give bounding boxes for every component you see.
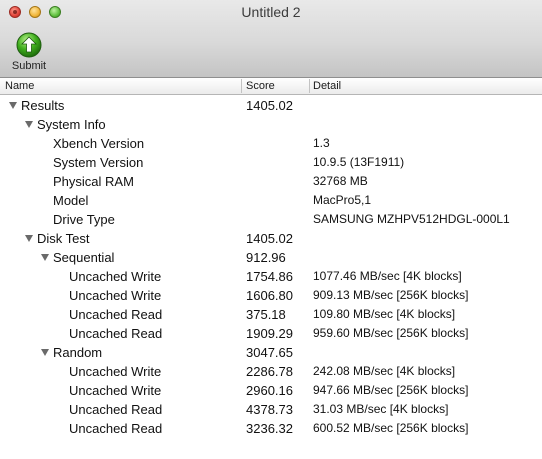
row-detail: 32768 MB xyxy=(313,174,368,188)
outline-row[interactable]: System Version 10.9.5 (13F1911) xyxy=(0,153,542,172)
row-name: Uncached Write xyxy=(69,383,162,398)
row-name: Drive Type xyxy=(53,212,115,227)
column-divider[interactable] xyxy=(241,79,242,93)
row-detail: 10.9.5 (13F1911) xyxy=(313,155,405,169)
row-name: Uncached Write xyxy=(69,364,162,379)
row-detail: 242.08 MB/sec [4K blocks] xyxy=(313,364,456,378)
outline-row[interactable]: Uncached Write 2286.78 242.08 MB/sec [4K b… xyxy=(0,362,542,381)
outline-row[interactable]: System Info xyxy=(0,115,542,134)
row-detail: 1077.46 MB/sec [4K blocks] xyxy=(313,269,462,283)
row-detail: 947.66 MB/sec [256K blocks] xyxy=(313,383,469,397)
disclosure-triangle-icon[interactable] xyxy=(25,121,33,128)
outline-row[interactable]: Uncached Read 1909.29 959.60 MB/sec [256K … xyxy=(0,324,542,343)
submit-label: Submit xyxy=(11,60,47,72)
row-name: Disk Test xyxy=(37,231,90,246)
row-score: 375.18 xyxy=(246,307,286,322)
disclosure-triangle-icon[interactable] xyxy=(9,102,17,109)
row-detail: 959.60 MB/sec [256K blocks] xyxy=(313,326,469,340)
row-detail: 1.3 xyxy=(313,136,330,150)
outline-row[interactable]: Drive Type SAMSUNG MZHPV512HDGL-000L1 xyxy=(0,210,542,229)
outline-row[interactable]: Results 1405.02 xyxy=(0,96,542,115)
row-name: Sequential xyxy=(53,250,115,265)
outline-row[interactable]: Uncached Read 3236.32 600.52 MB/sec [256K … xyxy=(0,419,542,438)
row-detail: 909.13 MB/sec [256K blocks] xyxy=(313,288,469,302)
row-name: Random xyxy=(53,345,103,360)
row-name: System Version xyxy=(53,155,144,170)
column-header: Name Score Detail xyxy=(0,78,542,95)
row-name: Uncached Read xyxy=(69,402,163,417)
row-score: 1606.80 xyxy=(246,288,293,303)
outline-row[interactable]: Uncached Write 1754.86 1077.46 MB/sec [4K … xyxy=(0,267,542,286)
column-divider[interactable] xyxy=(309,79,310,93)
row-score: 4378.73 xyxy=(246,402,293,417)
row-score: 1405.02 xyxy=(246,231,293,246)
row-name: Uncached Write xyxy=(69,288,162,303)
row-name: Uncached Read xyxy=(69,307,163,322)
results-outline[interactable]: Results 1405.02 System Info Xbench Version 1… xyxy=(0,96,542,438)
green-up-arrow-icon xyxy=(16,32,42,58)
disclosure-triangle-icon[interactable] xyxy=(41,254,49,261)
row-score: 1754.86 xyxy=(246,269,293,284)
outline-row[interactable]: Uncached Read 375.18 109.80 MB/sec [4K blo… xyxy=(0,305,542,324)
submit-button[interactable]: Submit xyxy=(8,32,50,76)
column-detail[interactable]: Detail xyxy=(313,80,341,92)
row-detail: SAMSUNG MZHPV512HDGL-000L1 xyxy=(313,212,510,226)
row-name: Xbench Version xyxy=(53,136,145,151)
row-score: 3047.65 xyxy=(246,345,293,360)
row-name: Results xyxy=(21,98,65,113)
row-name: Uncached Read xyxy=(69,326,163,341)
row-name: Uncached Write xyxy=(69,269,162,284)
outline-row[interactable]: Disk Test 1405.02 xyxy=(0,229,542,248)
outline-row[interactable]: Random 3047.65 xyxy=(0,343,542,362)
outline-row[interactable]: Xbench Version 1.3 xyxy=(0,134,542,153)
row-detail: 31.03 MB/sec [4K blocks] xyxy=(313,402,449,416)
row-score: 1909.29 xyxy=(246,326,293,341)
row-detail: 109.80 MB/sec [4K blocks] xyxy=(313,307,456,321)
outline-row[interactable]: Sequential 912.96 xyxy=(0,248,542,267)
disclosure-triangle-icon[interactable] xyxy=(25,235,33,242)
row-name: Model xyxy=(53,193,89,208)
row-score: 912.96 xyxy=(246,250,286,265)
row-name: Physical RAM xyxy=(53,174,134,189)
row-score: 2960.16 xyxy=(246,383,293,398)
disclosure-triangle-icon[interactable] xyxy=(41,349,49,356)
column-name[interactable]: Name xyxy=(5,80,34,92)
row-score: 2286.78 xyxy=(246,364,293,379)
row-name: System Info xyxy=(37,117,106,132)
title-bar: Untitled 2 Submit xyxy=(0,0,542,78)
row-detail: MacPro5,1 xyxy=(313,193,372,207)
outline-row[interactable]: Uncached Read 4378.73 31.03 MB/sec [4K blo… xyxy=(0,400,542,419)
app-window: Untitled 2 Submit Name Score Detail Resu… xyxy=(0,0,542,459)
outline-row[interactable]: Uncached Write 1606.80 909.13 MB/sec [256K… xyxy=(0,286,542,305)
outline-row[interactable]: Uncached Write 2960.16 947.66 MB/sec [256K… xyxy=(0,381,542,400)
row-detail: 600.52 MB/sec [256K blocks] xyxy=(313,421,469,435)
row-name: Uncached Read xyxy=(69,421,163,436)
row-score: 3236.32 xyxy=(246,421,293,436)
column-score[interactable]: Score xyxy=(246,80,275,92)
row-score: 1405.02 xyxy=(246,98,293,113)
window-title: Untitled 2 xyxy=(241,4,301,20)
outline-row[interactable]: Model MacPro5,1 xyxy=(0,191,542,210)
outline-row[interactable]: Physical RAM 32768 MB xyxy=(0,172,542,191)
